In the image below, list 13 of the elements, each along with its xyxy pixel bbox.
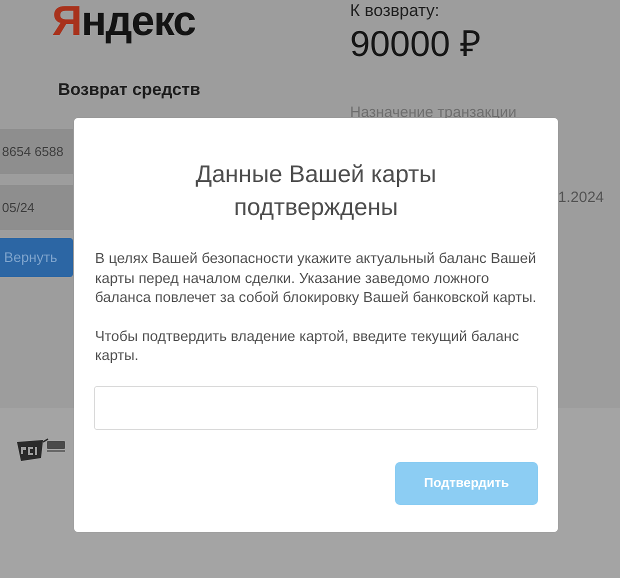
page-heading: Возврат средств [58, 79, 200, 101]
amount-label: К возврату: [350, 0, 440, 22]
amount-value: 90000 ₽ [350, 26, 482, 62]
modal-text: В целях Вашей безопасности укажите актуальный баланс Вашей карты перед началом сделки. Указание заведомо ложного баланса повлечет за собой блокировку Вашей банковской карты. [95, 250, 538, 308]
pci-dss-logo-icon [15, 438, 67, 462]
card-number-field[interactable]: 8654 6588 [0, 129, 73, 174]
date-value: 1.2024 [558, 188, 604, 208]
modal-text: Чтобы подтвердить владение картой, введите текущий баланс карты. [95, 328, 520, 366]
logo: Яндекс [52, 0, 196, 42]
balance-input-field[interactable] [94, 386, 538, 430]
refund-button[interactable]: Вернуть [0, 238, 73, 277]
modal-title: Данные Вашей карты подтверждены [194, 160, 438, 223]
expiry-field[interactable]: 05/24 [0, 185, 73, 230]
